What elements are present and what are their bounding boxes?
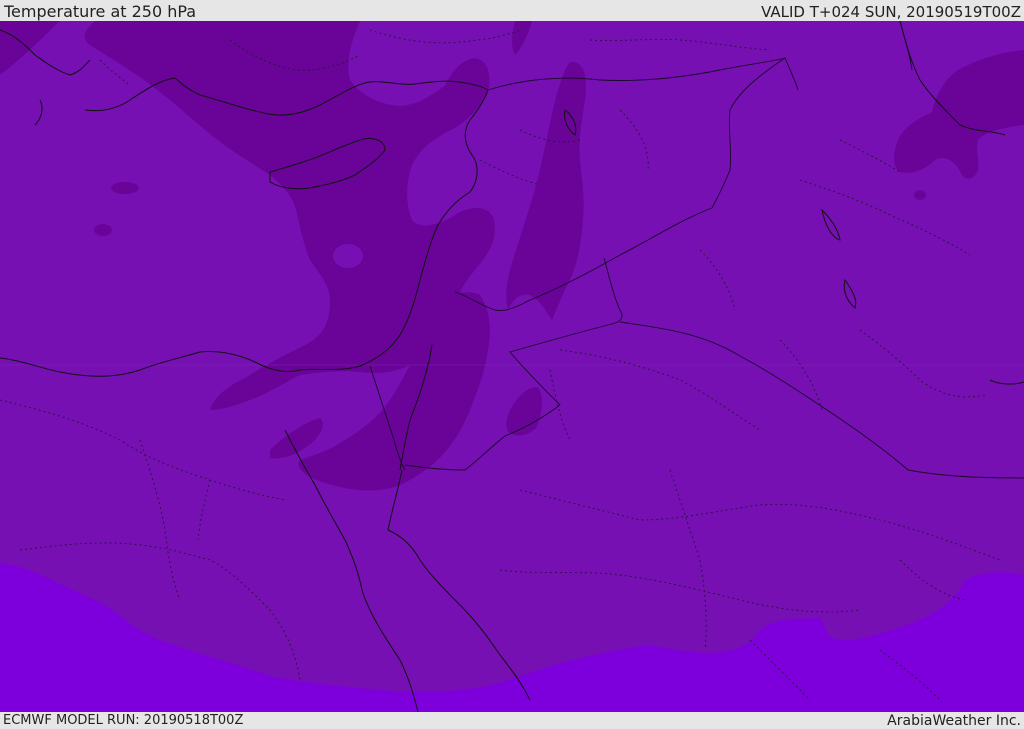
credit: ArabiaWeather Inc. — [887, 713, 1021, 729]
header-bar: Temperature at 250 hPa VALID T+024 SUN, … — [0, 0, 1024, 21]
warm-hole-1 — [333, 244, 363, 268]
temperature-map — [0, 21, 1024, 712]
valid-time: VALID T+024 SUN, 20190519T00Z — [761, 3, 1021, 21]
warm-hole-3 — [94, 224, 112, 236]
map-title: Temperature at 250 hPa — [4, 2, 197, 21]
cold-dot — [914, 190, 926, 200]
model-run: ECMWF MODEL RUN: 20190518T00Z — [3, 713, 244, 728]
footer-bar: ECMWF MODEL RUN: 20190518T00Z ArabiaWeat… — [0, 712, 1024, 729]
warm-hole-2 — [111, 182, 139, 194]
mid-temperature-band — [0, 21, 1024, 712]
